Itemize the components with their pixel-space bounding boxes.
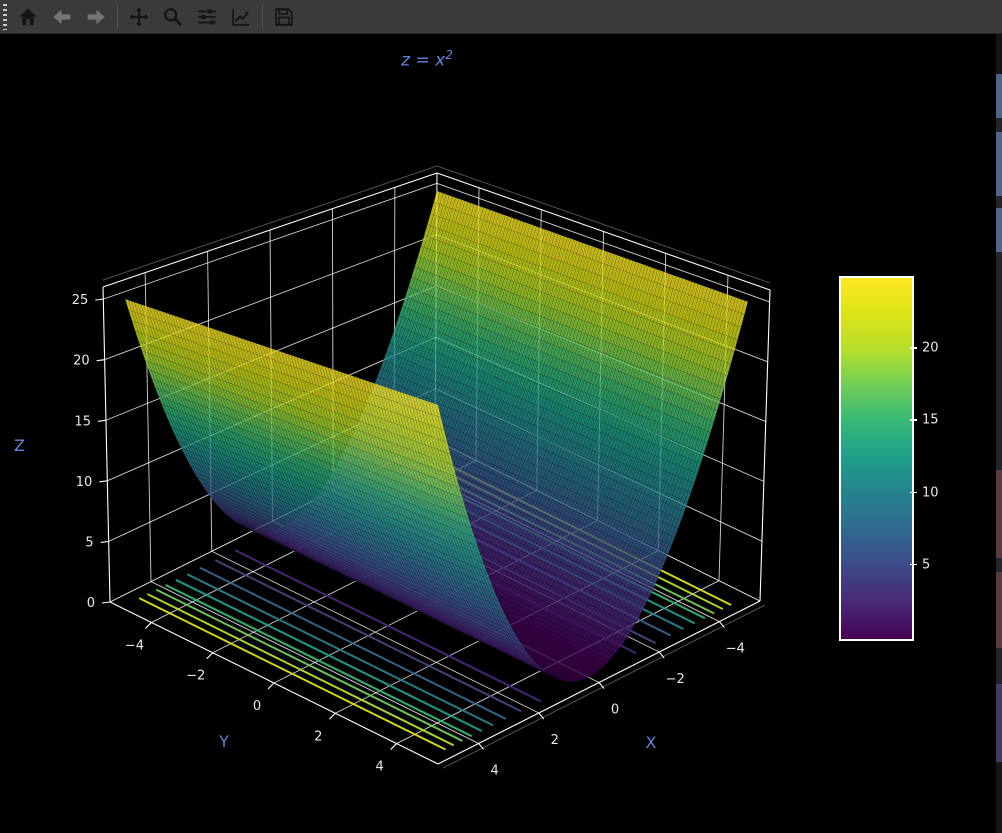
background-window-edge-segment [996,648,1002,684]
sliders-icon [196,6,218,28]
back-button[interactable] [49,4,75,30]
background-window-edge-segment [996,558,1002,572]
colorbar-tick-mark [910,419,917,421]
background-window-edge-segment [996,208,1002,252]
colorbar-tick-label: 15 [922,413,939,428]
floppy-disk-icon [273,6,295,28]
background-window-edge-segment [996,132,1002,196]
toolbar [0,0,1002,34]
save-button[interactable] [271,4,297,30]
toolbar-drag-handle[interactable] [3,4,7,30]
background-window-edge-segment [996,470,1002,558]
background-window-edge-segment [996,572,1002,648]
colorbar-tick-mark [910,347,917,349]
pan-button[interactable] [126,4,152,30]
colorbar-tick-label: 20 [922,341,939,356]
magnifier-icon [162,6,184,28]
background-window-edge-segment [996,34,1002,74]
colorbar-tick-label: 10 [922,485,939,500]
back-arrow-icon [51,6,73,28]
home-button[interactable] [15,4,41,30]
toolbar-separator [117,5,118,29]
colorbar [839,276,914,641]
background-window-edge-segment [996,762,1002,833]
x-axis-label: X [646,733,657,752]
background-window-edge-segment [996,74,1002,118]
colorbar-tick-label: 5 [922,557,930,572]
colorbar-tick-mark [910,492,917,494]
forward-arrow-icon [85,6,107,28]
home-icon [17,6,39,28]
z-axis-label: Z [14,436,25,455]
figure-area: z = x2 Z Y X 5 10 15 20 [0,34,1002,833]
background-window-edge-segment [996,252,1002,470]
y-axis-label: Y [219,732,229,751]
background-window-edge-segment [996,196,1002,208]
colorbar-tick-mark [910,564,917,566]
configure-subplots-button[interactable] [194,4,220,30]
line-chart-icon [230,6,252,28]
plot-title: z = x2 [401,48,453,71]
forward-button[interactable] [83,4,109,30]
background-window-edge-segment [996,118,1002,132]
background-window-edge-segment [996,684,1002,762]
toolbar-separator [262,5,263,29]
zoom-button[interactable] [160,4,186,30]
matplotlib-window: z = x2 Z Y X 5 10 15 20 [0,0,1002,833]
customize-button[interactable] [228,4,254,30]
pan-arrows-icon [128,6,150,28]
